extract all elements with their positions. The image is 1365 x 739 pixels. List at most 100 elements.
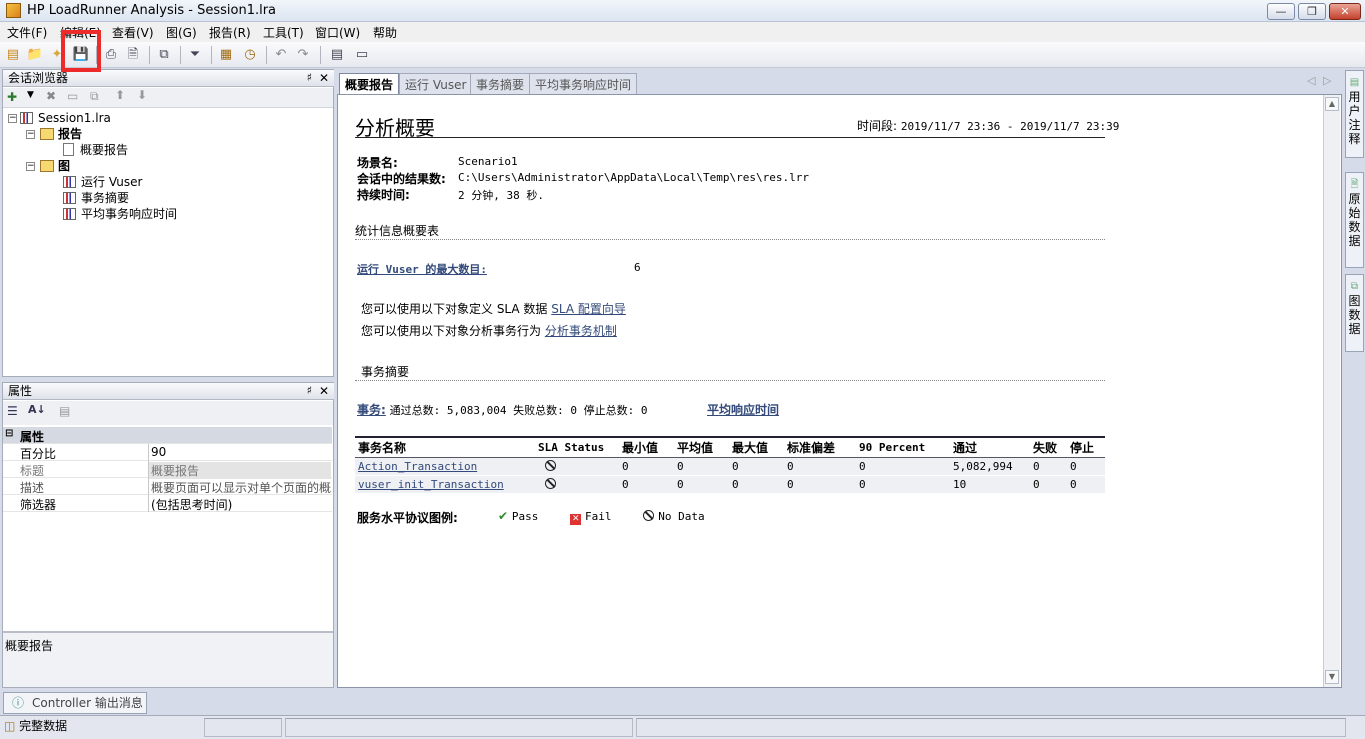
property-value[interactable]: 概要报告 [149, 462, 331, 479]
legend-icon[interactable]: ▤ [327, 45, 347, 65]
menu-file[interactable]: 文件(F) [7, 24, 47, 41]
property-key: 百分比 [20, 447, 57, 461]
tree-item-running-vuser[interactable]: 运行 Vuser [63, 174, 142, 190]
analyze-line-text: 您可以使用以下对象分析事务行为 [361, 324, 542, 338]
transaction-name-link[interactable]: Action_Transaction [355, 457, 535, 476]
property-value[interactable]: 90 [151, 445, 333, 459]
max-vuser-link[interactable]: 运行 Vuser 的最大数目: [357, 261, 487, 277]
property-row-filter[interactable]: 筛选器 (包括思考时间) [3, 495, 332, 512]
minimize-button[interactable]: — [1267, 3, 1295, 20]
add-icon[interactable]: ✚ [7, 90, 17, 104]
tab-transaction-summary[interactable]: 事务摘要 [470, 73, 531, 94]
property-value[interactable]: (包括思考时间) [151, 496, 333, 513]
tab-summary-report[interactable]: 概要报告 [339, 73, 400, 94]
sla-status-cell [535, 475, 619, 494]
export-icon[interactable]: 🗎 [123, 45, 143, 65]
sla-wizard-link[interactable]: SLA 配置向导 [551, 302, 626, 316]
property-row-percent[interactable]: 百分比 90 [3, 444, 332, 461]
scroll-down-icon[interactable]: ▼ [1325, 670, 1339, 684]
redo-icon[interactable]: ↷ [293, 45, 313, 65]
notes-icon: ▤ [1349, 77, 1360, 88]
table-cell: 0 [729, 475, 784, 494]
column-header: 平均值 [674, 436, 729, 458]
menu-window[interactable]: 窗口(W) [315, 24, 360, 41]
categorized-icon[interactable]: ☰ [7, 404, 18, 418]
transaction-table: 事务名称 SLA Status 最小值 平均值 最大值 标准偏差 90 Perc… [355, 436, 1105, 494]
tab-scroll-left-icon[interactable]: ◁ [1307, 74, 1315, 87]
controller-output-tab[interactable]: ⓘ Controller 输出消息 [3, 692, 147, 714]
column-header: 最大值 [729, 436, 784, 458]
sla-legend-label: 服务水平协议图例: [357, 511, 458, 525]
transaction-section-title: 事务摘要 [361, 365, 410, 379]
toolbar: ▤ 📁 ✦ 💾 ⎙ 🗎 ⧉ ⏷ ▦ ◷ ↶ ↷ ▤ ▭ [0, 42, 1365, 68]
report-icon[interactable]: ▦ [216, 45, 236, 65]
tree-item-transaction-summary[interactable]: 事务摘要 [63, 190, 129, 206]
open-folder-icon[interactable]: 📁 [25, 45, 45, 65]
time-icon[interactable]: ◷ [240, 45, 260, 65]
filter-icon[interactable]: ⏷ [185, 45, 205, 65]
delete-icon[interactable]: ✖ [46, 89, 56, 103]
menu-graph[interactable]: 图(G) [166, 24, 197, 41]
close-icon[interactable]: ✕ [319, 70, 329, 86]
tab-scroll-right-icon[interactable]: ▷ [1323, 74, 1331, 87]
tab-running-vuser[interactable]: 运行 Vuser [399, 73, 473, 94]
copy-graph-icon[interactable]: ⧉ [154, 45, 174, 65]
menu-report[interactable]: 报告(R) [209, 24, 251, 41]
tree-folder-graphs[interactable]: 图 [40, 158, 70, 174]
side-tab-user-notes[interactable]: ▤ 用户注释 [1345, 70, 1364, 158]
menu-view[interactable]: 查看(V) [112, 24, 154, 41]
property-row-description[interactable]: 描述 概要页面可以显示对单个页面的概 [3, 478, 332, 495]
property-value[interactable]: 概要页面可以显示对单个页面的概 [151, 479, 333, 496]
side-tab-raw-data[interactable]: 🗎 原始数据 [1345, 172, 1364, 268]
menu-help[interactable]: 帮助 [373, 24, 397, 41]
property-description-box: 概要报告 [3, 631, 333, 687]
scroll-up-icon[interactable]: ▲ [1325, 97, 1339, 111]
property-key: 标题 [20, 464, 45, 478]
document-scrollbar[interactable]: ▲ ▼ [1323, 95, 1340, 687]
move-up-icon[interactable]: ⬆ [115, 88, 125, 102]
right-side-tabs: ▤ 用户注释 🗎 原始数据 ⧉ 图数据 [1343, 70, 1365, 688]
display-icon[interactable]: ▭ [352, 45, 372, 65]
collapse-root-icon[interactable]: − [8, 114, 17, 123]
session-browser-title: 会话浏览器 [8, 71, 69, 85]
restore-button[interactable]: ❐ [1298, 3, 1326, 20]
pin-icon[interactable]: ♯ [307, 383, 312, 399]
duplicate-icon[interactable]: ⧉ [90, 89, 99, 104]
avg-response-time-link[interactable]: 平均响应时间 [707, 401, 779, 418]
side-tab-graph-data[interactable]: ⧉ 图数据 [1345, 274, 1364, 352]
tab-avg-response-time[interactable]: 平均事务响应时间 [529, 73, 638, 94]
tree-item-avg-response-time[interactable]: 平均事务响应时间 [63, 206, 177, 222]
menu-bar: 文件(F) 编辑(E) 查看(V) 图(G) 报告(R) 工具(T) 窗口(W)… [0, 22, 1365, 42]
print-icon[interactable]: ⎙ [101, 45, 121, 65]
menu-tools[interactable]: 工具(T) [263, 24, 304, 41]
tree-item-summary-report[interactable]: 概要报告 [63, 142, 128, 158]
property-row-title[interactable]: 标题 概要报告 [3, 461, 332, 479]
new-session-icon[interactable]: ▤ [3, 45, 23, 65]
session-browser-header: 会话浏览器 ♯ ✕ [3, 70, 334, 87]
pin-icon[interactable]: ♯ [307, 70, 312, 86]
rename-icon[interactable]: ▭ [67, 89, 78, 103]
collapse-reports-icon[interactable]: − [26, 130, 35, 139]
close-button[interactable]: ✕ [1329, 3, 1361, 20]
table-cell: 0 [856, 457, 950, 476]
transaction-link[interactable]: 事务: [357, 403, 386, 417]
tree-root[interactable]: Session1.lra [20, 110, 111, 126]
tree-folder-reports[interactable]: 报告 [40, 126, 82, 142]
undo-icon[interactable]: ↶ [271, 45, 291, 65]
app-icon [6, 3, 21, 18]
output-info-icon: ⓘ [12, 696, 25, 710]
transaction-name-link[interactable]: vuser_init_Transaction [355, 475, 535, 494]
close-icon[interactable]: ✕ [319, 383, 329, 399]
property-pages-icon[interactable]: ▤ [59, 404, 70, 418]
graph-data-icon: ⧉ [1350, 281, 1359, 292]
legend-fail: Fail [585, 510, 612, 523]
window-title: HP LoadRunner Analysis - Session1.lra [27, 3, 277, 18]
move-down-icon[interactable]: ⬇ [137, 88, 147, 102]
analyze-transaction-link[interactable]: 分析事务机制 [545, 324, 617, 338]
collapse-graphs-icon[interactable]: − [26, 162, 35, 171]
collapse-group-icon[interactable]: ⊟ [5, 428, 13, 439]
properties-group[interactable]: ⊟ 属性 [3, 427, 332, 444]
status-bar: ◫ 完整数据 [0, 715, 1365, 739]
sort-alpha-icon[interactable]: A↓ [28, 403, 46, 416]
chevron-down-icon[interactable]: ▼ [27, 90, 34, 100]
